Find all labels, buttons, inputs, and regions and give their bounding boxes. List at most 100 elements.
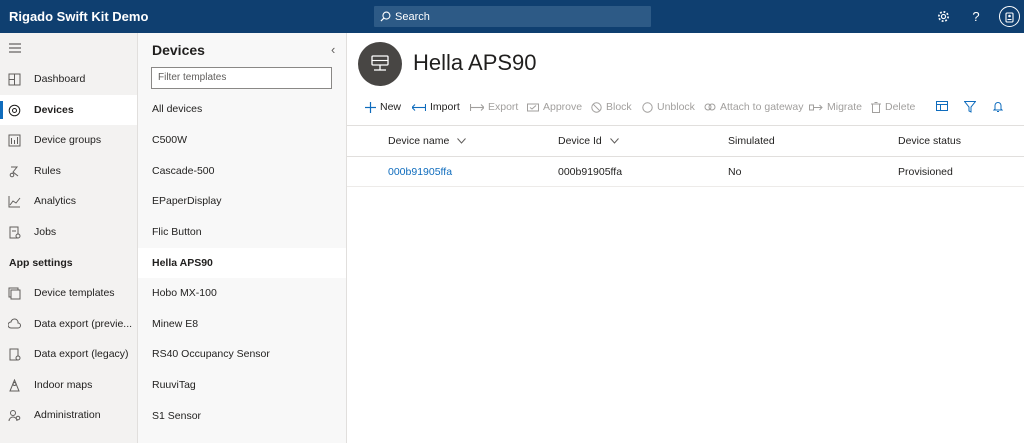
column-label: Device name xyxy=(388,135,450,147)
nav-item-device-templates[interactable]: Device templates xyxy=(0,278,137,308)
column-header-device-name[interactable]: Device name xyxy=(388,135,467,147)
column-label: Device Id xyxy=(558,135,602,147)
panel-title: Devices xyxy=(152,42,205,58)
command-label: Attach to gateway xyxy=(720,101,804,113)
unblock-icon xyxy=(642,101,653,113)
nav-label: Device templates xyxy=(34,287,115,299)
import-button[interactable]: Import xyxy=(412,101,460,113)
analytics-icon xyxy=(8,195,21,207)
page-title: Hella APS90 xyxy=(413,50,537,75)
delete-button[interactable]: Delete xyxy=(871,101,915,113)
attach-to-gateway-button[interactable]: Attach to gateway xyxy=(704,101,803,113)
command-label: Delete xyxy=(885,101,916,113)
devices-icon xyxy=(8,104,21,116)
column-header-device-id[interactable]: Device Id xyxy=(558,135,619,147)
template-item-selected[interactable]: Hella APS90 xyxy=(138,248,346,278)
template-item[interactable]: Flic Button xyxy=(138,217,346,247)
gear-icon[interactable] xyxy=(935,8,951,24)
map-icon xyxy=(9,378,20,391)
filter-templates-input[interactable]: Filter templates xyxy=(151,67,332,89)
device-status-cell: Provisioned xyxy=(898,166,953,178)
collapse-panel-icon[interactable]: ‹ xyxy=(331,42,335,57)
columns-button[interactable] xyxy=(936,101,953,113)
nav-item-jobs[interactable]: Jobs xyxy=(0,217,137,247)
nav-item-administration[interactable]: Administration xyxy=(0,400,137,430)
filter-button[interactable] xyxy=(964,101,980,113)
migrate-icon xyxy=(809,103,823,112)
plus-icon xyxy=(365,101,376,113)
jobs-icon xyxy=(9,226,21,238)
left-nav: Dashboard Devices Device groups Rules An… xyxy=(0,33,138,443)
top-bar: Rigado Swift Kit Demo Search ? xyxy=(0,0,1024,33)
nav-label: Device groups xyxy=(34,134,102,146)
command-label: Unblock xyxy=(657,101,695,113)
main-content: Hella APS90 New Import Export Approve Bl… xyxy=(347,33,1024,443)
table-header: Device name Device Id Simulated Device s… xyxy=(347,125,1024,157)
command-label: Migrate xyxy=(827,101,863,113)
unblock-button[interactable]: Unblock xyxy=(642,101,695,113)
column-header-device-status[interactable]: Device status xyxy=(898,135,961,147)
help-icon[interactable]: ? xyxy=(968,8,984,24)
export-legacy-icon xyxy=(9,348,21,360)
migrate-button[interactable]: Migrate xyxy=(809,101,862,113)
command-label: Import xyxy=(430,101,460,113)
command-label: New xyxy=(380,101,402,113)
attach-icon xyxy=(704,102,716,112)
nav-item-device-groups[interactable]: Device groups xyxy=(0,125,137,155)
template-item[interactable]: RS40 Occupancy Sensor xyxy=(138,339,346,369)
trash-icon xyxy=(871,101,881,113)
device-id-cell: 000b91905ffa xyxy=(558,166,623,178)
nav-item-indoor-maps[interactable]: Indoor maps xyxy=(0,370,137,400)
nav-item-dashboard[interactable]: Dashboard xyxy=(0,64,137,94)
search-box[interactable]: Search xyxy=(374,6,651,27)
import-icon xyxy=(412,103,426,112)
command-label: Export xyxy=(488,101,519,113)
nav-label: Data export (legacy) xyxy=(34,348,129,360)
template-item[interactable]: Hobo MX-100 xyxy=(138,278,346,308)
template-item[interactable]: EPaperDisplay xyxy=(138,186,346,216)
command-label: Block xyxy=(606,101,632,113)
account-icon[interactable] xyxy=(999,6,1020,27)
filter-icon xyxy=(964,101,976,113)
edit-columns-icon xyxy=(936,101,949,113)
simulated-cell: No xyxy=(728,166,742,178)
device-name-link[interactable]: 000b91905ffa xyxy=(388,166,452,178)
nav-label: Devices xyxy=(34,104,74,116)
nav-label: Indoor maps xyxy=(34,379,93,391)
column-header-simulated[interactable]: Simulated xyxy=(728,135,775,147)
nav-label: Rules xyxy=(34,165,61,177)
approve-button[interactable]: Approve xyxy=(527,101,582,113)
device-template-avatar xyxy=(358,42,402,86)
chevron-down-icon[interactable] xyxy=(457,136,467,146)
template-item[interactable]: C500W xyxy=(138,125,346,155)
app-title[interactable]: Rigado Swift Kit Demo xyxy=(9,9,148,24)
nav-label: Jobs xyxy=(34,226,57,238)
alert-button[interactable] xyxy=(993,101,1007,112)
template-item[interactable]: Cascade-500 xyxy=(138,156,346,186)
template-item[interactable]: All devices xyxy=(138,94,346,124)
search-icon xyxy=(380,11,391,22)
column-label: Device status xyxy=(898,135,962,147)
block-button[interactable]: Block xyxy=(591,101,632,113)
nav-item-data-export-preview[interactable]: Data export (previe... xyxy=(0,309,137,339)
new-button[interactable]: New xyxy=(365,101,401,113)
device-templates-icon xyxy=(8,287,21,299)
table-row[interactable]: 000b91905ffa 000b91905ffa No Provisioned xyxy=(347,157,1024,187)
export-button[interactable]: Export xyxy=(470,101,518,113)
template-panel: Devices Filter templates All devices C50… xyxy=(138,33,347,443)
command-bar: New Import Export Approve Block Unblock … xyxy=(347,97,1024,121)
nav-item-analytics[interactable]: Analytics xyxy=(0,186,137,216)
hamburger-icon[interactable] xyxy=(9,43,21,53)
template-item[interactable]: S1 Sensor xyxy=(138,401,346,431)
command-label: Approve xyxy=(543,101,583,113)
chevron-down-icon[interactable] xyxy=(609,136,619,146)
nav-label: Administration xyxy=(34,409,101,421)
nav-item-data-export-legacy[interactable]: Data export (legacy) xyxy=(0,339,137,369)
nav-item-rules[interactable]: Rules xyxy=(0,156,137,186)
template-item[interactable]: RuuviTag xyxy=(138,370,346,400)
nav-label: Dashboard xyxy=(34,73,86,85)
app-settings-heading: App settings xyxy=(9,257,73,269)
nav-item-devices[interactable]: Devices xyxy=(0,95,137,125)
rules-icon xyxy=(9,166,19,177)
template-item[interactable]: Minew E8 xyxy=(138,309,346,339)
